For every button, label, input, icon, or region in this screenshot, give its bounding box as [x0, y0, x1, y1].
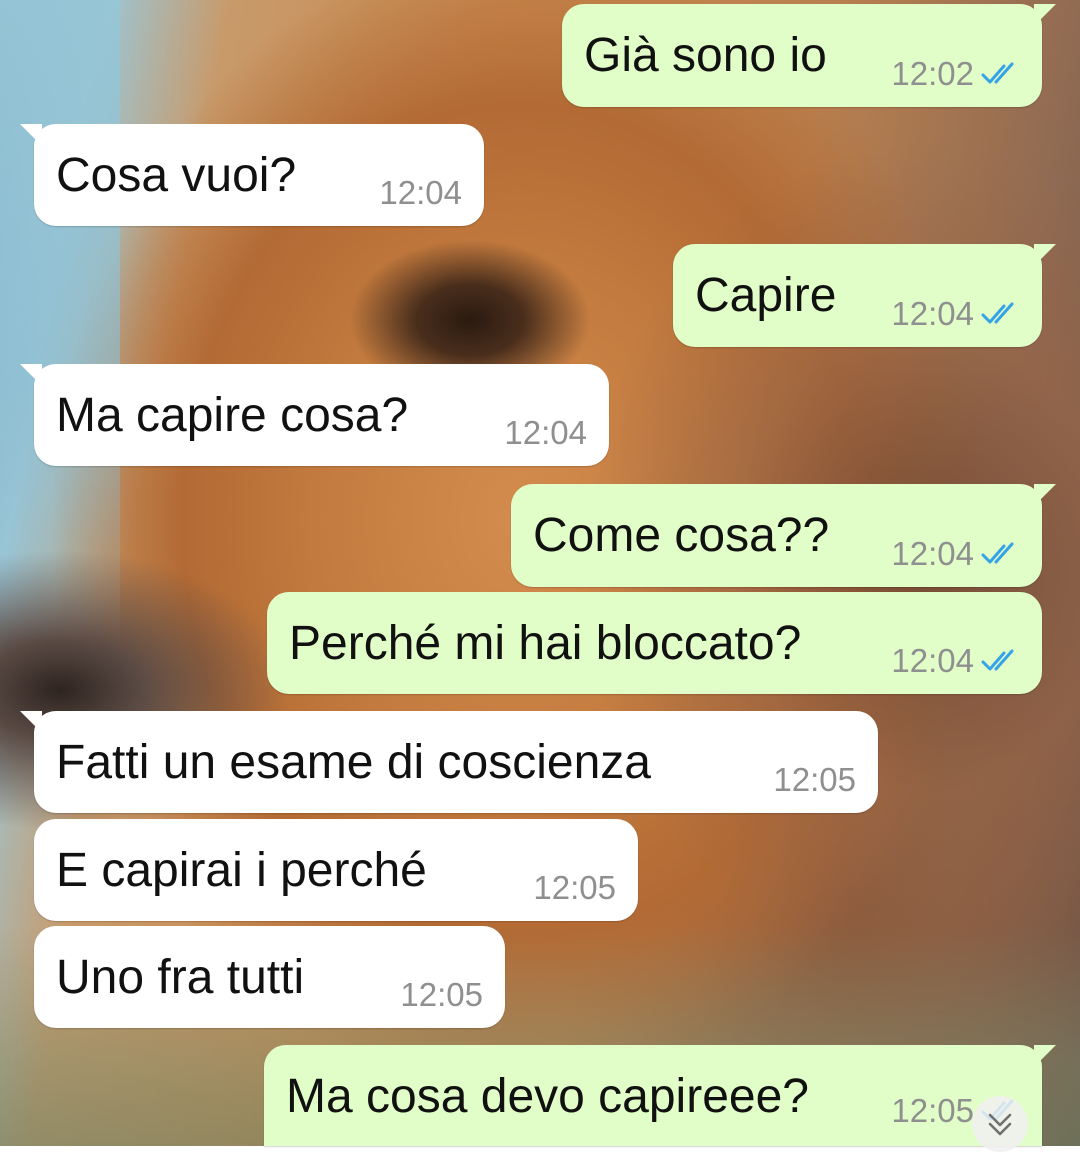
message-time: 12:04	[379, 174, 462, 211]
bubble-tail	[1034, 4, 1056, 26]
message-list[interactable]: Già sono io 12:02 Cosa vuoi? 12:04 Capir…	[0, 0, 1080, 1146]
message-meta: 12:04	[504, 414, 587, 452]
double-check-icon	[981, 62, 1014, 84]
message-meta: 12:04	[891, 535, 1020, 573]
message-text: Ma cosa devo capireee?	[286, 1070, 809, 1123]
message-text: Già sono io	[584, 29, 827, 82]
message-outgoing[interactable]: Ma cosa devo capireee? 12:05	[264, 1045, 1056, 1146]
message-text: Uno fra tutti	[56, 951, 305, 1004]
message-text: Cosa vuoi?	[56, 149, 297, 202]
message-meta: 12:04	[891, 295, 1020, 333]
message-incoming[interactable]: Fatti un esame di coscienza 12:05	[20, 711, 878, 813]
double-check-icon	[981, 542, 1014, 564]
bubble-tail	[20, 364, 42, 386]
chevron-double-down-icon	[988, 1113, 1012, 1136]
message-outgoing[interactable]: Come cosa?? 12:04	[511, 484, 1056, 587]
message-meta: 12:05	[773, 761, 856, 799]
scroll-to-bottom-button[interactable]	[972, 1096, 1028, 1152]
message-incoming[interactable]: Ma capire cosa? 12:04	[20, 364, 609, 466]
message-text: Come cosa??	[533, 509, 830, 562]
message-time: 12:05	[400, 976, 483, 1013]
bubble-tail	[20, 124, 42, 146]
double-check-icon	[981, 302, 1014, 324]
message-outgoing[interactable]: Perché mi hai bloccato? 12:04	[267, 592, 1042, 694]
message-time: 12:04	[891, 535, 974, 572]
message-time: 12:05	[891, 1092, 974, 1129]
message-time: 12:02	[891, 55, 974, 92]
message-meta: 12:05	[533, 869, 616, 907]
message-text: Perché mi hai bloccato?	[289, 617, 802, 670]
message-time: 12:04	[504, 414, 587, 451]
message-time: 12:04	[891, 295, 974, 332]
bubble-tail	[1034, 1045, 1056, 1067]
message-time: 12:05	[773, 761, 856, 798]
message-outgoing[interactable]: Capire 12:04	[673, 244, 1056, 347]
message-meta: 12:02	[891, 55, 1020, 93]
message-time: 12:04	[891, 642, 974, 679]
message-time: 12:05	[533, 869, 616, 906]
message-meta: 12:04	[379, 174, 462, 212]
bubble-tail	[20, 711, 42, 733]
bubble-tail	[1034, 484, 1056, 506]
message-meta: 12:04	[891, 642, 1020, 680]
message-text: Capire	[695, 269, 837, 322]
double-check-icon	[981, 649, 1014, 671]
message-meta: 12:05	[400, 976, 483, 1014]
message-text: Fatti un esame di coscienza	[56, 736, 651, 789]
message-incoming[interactable]: Cosa vuoi? 12:04	[20, 124, 484, 226]
message-text: E capirai i perché	[56, 844, 427, 897]
bubble-tail	[1034, 244, 1056, 266]
message-text: Ma capire cosa?	[56, 389, 409, 442]
message-incoming[interactable]: Uno fra tutti 12:05	[34, 926, 505, 1028]
message-outgoing[interactable]: Già sono io 12:02	[562, 4, 1056, 107]
message-incoming[interactable]: E capirai i perché 12:05	[34, 819, 638, 921]
